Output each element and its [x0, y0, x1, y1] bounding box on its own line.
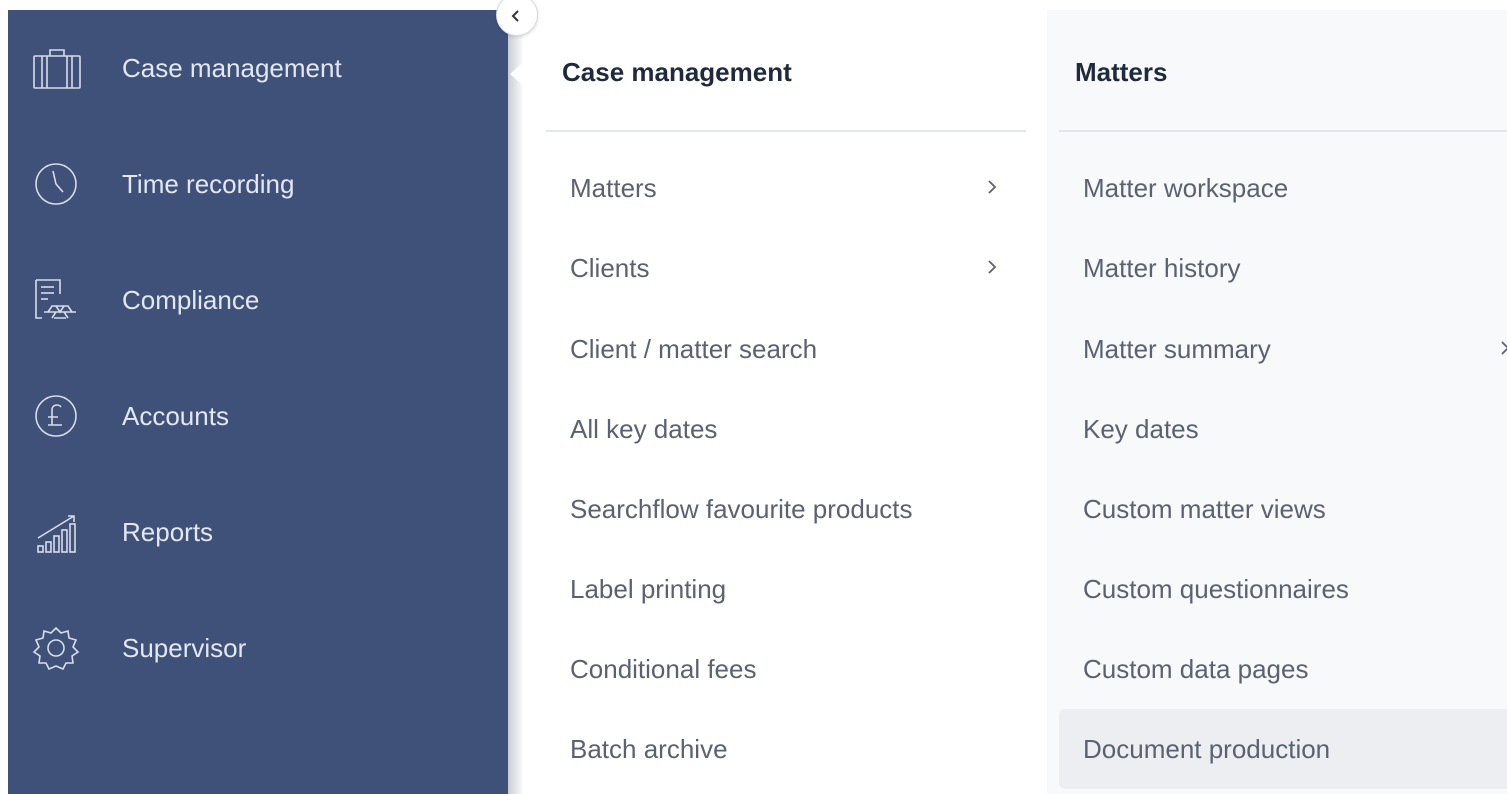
submenu-column-title: Matters: [1075, 57, 1168, 87]
menu-item-label: Matter summary: [1083, 334, 1271, 364]
sidebar-item-reports[interactable]: Reports: [8, 474, 508, 590]
submenu-item-matter-summary[interactable]: Matter summary: [1059, 309, 1507, 389]
sidebar-item-time-recording[interactable]: Time recording: [8, 126, 508, 242]
menu-item-label: Matter history: [1083, 253, 1241, 283]
menu-item-label: Batch archive: [570, 734, 728, 764]
gear-icon: [30, 626, 84, 670]
menu-item-batch-archive[interactable]: Batch archive: [546, 709, 1026, 789]
chevron-right-icon: [988, 180, 997, 194]
matters-submenu: Matters Matter workspace Matter history …: [1047, 10, 1507, 794]
menu-item-matters[interactable]: Matters: [546, 148, 1026, 228]
sidebar-item-supervisor[interactable]: Supervisor: [8, 590, 508, 706]
menu-item-label: Label printing: [570, 574, 727, 604]
divider: [1059, 130, 1507, 132]
case-management-menu: Case management Matters Clients Client /…: [524, 10, 1047, 794]
submenu-item-custom-questionnaires[interactable]: Custom questionnaires: [1059, 549, 1507, 629]
sidebar-shadow: [508, 10, 524, 794]
menu-item-label: Client / matter search: [570, 334, 818, 364]
menu-item-label: All key dates: [570, 414, 718, 444]
sidebar-item-label: Supervisor: [122, 633, 247, 663]
sidebar-item-accounts[interactable]: Accounts: [8, 358, 508, 474]
compliance-document-icon: [30, 278, 84, 322]
menu-item-searchflow-favourite-products[interactable]: Searchflow favourite products: [546, 469, 1026, 549]
top-strip: [0, 0, 1507, 10]
menu-item-label: Conditional fees: [570, 654, 757, 684]
submenu-item-document-production[interactable]: Document production: [1059, 709, 1507, 789]
chevron-right-icon: [1501, 341, 1507, 355]
menu-item-label: Document production: [1083, 734, 1331, 764]
submenu-item-matter-history[interactable]: Matter history: [1059, 228, 1507, 308]
sidebar-item-label: Time recording: [122, 169, 295, 199]
menu-item-label-printing[interactable]: Label printing: [546, 549, 1026, 629]
sidebar-item-compliance[interactable]: Compliance: [8, 242, 508, 358]
submenu-item-custom-data-pages[interactable]: Custom data pages: [1059, 629, 1507, 709]
active-item-pointer: [510, 58, 528, 90]
briefcase-icon: [30, 46, 84, 90]
menu-item-label: Matter workspace: [1083, 173, 1289, 203]
menu-item-client-matter-search[interactable]: Client / matter search: [546, 309, 1026, 389]
submenu-item-key-dates[interactable]: Key dates: [1059, 389, 1507, 469]
menu-item-label: Key dates: [1083, 414, 1199, 444]
menu-item-label: Matters: [570, 173, 657, 203]
sidebar-item-label: Case management: [122, 53, 342, 83]
submenu-item-matter-workspace[interactable]: Matter workspace: [1059, 148, 1507, 228]
menu-item-conditional-fees[interactable]: Conditional fees: [546, 629, 1026, 709]
submenu-item-custom-matter-views[interactable]: Custom matter views: [1059, 469, 1507, 549]
app-frame: Case management Time recording Complianc…: [0, 0, 1507, 794]
menu-item-label: Custom questionnaires: [1083, 574, 1349, 604]
chevron-right-icon: [988, 260, 997, 274]
sidebar-item-case-management[interactable]: Case management: [8, 10, 508, 126]
growth-chart-icon: [30, 510, 84, 554]
sidebar-item-label: Reports: [122, 517, 214, 547]
sidebar-item-label: Accounts: [122, 401, 229, 431]
chevron-left-icon: [511, 10, 519, 22]
menu-item-label: Custom matter views: [1083, 494, 1326, 524]
menu-item-label: Clients: [570, 253, 650, 283]
sidebar-nav: Case management Time recording Complianc…: [8, 0, 538, 794]
menu-item-all-key-dates[interactable]: All key dates: [546, 389, 1026, 469]
clock-icon: [30, 162, 84, 206]
menu-item-clients[interactable]: Clients: [546, 228, 1026, 308]
pound-currency-icon: [30, 394, 84, 438]
menu-column-title: Case management: [562, 57, 792, 87]
menu-item-label: Searchflow favourite products: [570, 494, 913, 524]
menu-item-label: Custom data pages: [1083, 654, 1309, 684]
divider: [546, 130, 1026, 132]
sidebar-item-label: Compliance: [122, 285, 260, 315]
